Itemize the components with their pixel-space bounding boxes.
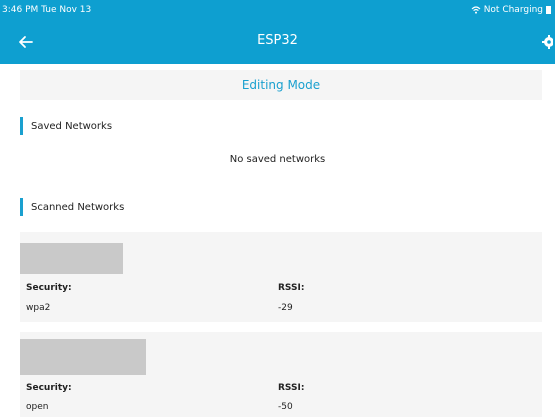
- saved-networks-header: Saved Networks: [20, 116, 112, 136]
- status-time: 3:46 PM Tue Nov 13: [2, 5, 92, 15]
- network-card[interactable]: Security: open RSSI: -50: [20, 332, 542, 417]
- gear-icon[interactable]: [539, 32, 553, 52]
- no-saved-networks-text: No saved networks: [229, 154, 326, 165]
- rssi-label: RSSI:: [278, 283, 305, 293]
- navigation-bar: ESP32: [0, 22, 555, 64]
- wifi-icon: [471, 6, 481, 14]
- section-accent-bar: [20, 117, 23, 135]
- page-title: ESP32: [257, 33, 298, 48]
- rssi-value: -29: [278, 303, 293, 313]
- scanned-networks-label: Scanned Networks: [31, 201, 125, 213]
- security-value: wpa2: [26, 303, 51, 313]
- security-label: Security:: [26, 283, 72, 293]
- section-accent-bar: [20, 198, 23, 216]
- rssi-value: -50: [278, 402, 293, 412]
- security-value: open: [26, 402, 49, 412]
- redacted-ssid: [20, 339, 146, 375]
- status-bar: 3:46 PM Tue Nov 13 Not Charging: [0, 0, 555, 22]
- editing-mode-banner: Editing Mode: [20, 70, 542, 100]
- status-right: Not Charging: [471, 5, 551, 15]
- charging-status: Not Charging: [483, 5, 543, 15]
- rssi-label: RSSI:: [278, 383, 305, 393]
- editing-mode-text: Editing Mode: [241, 78, 321, 92]
- scanned-networks-header: Scanned Networks: [20, 197, 124, 217]
- saved-networks-label: Saved Networks: [31, 120, 113, 132]
- redacted-ssid: [20, 243, 123, 274]
- network-card[interactable]: Security: wpa2 RSSI: -29: [20, 232, 542, 322]
- battery-icon: [546, 6, 551, 14]
- security-label: Security:: [26, 383, 72, 393]
